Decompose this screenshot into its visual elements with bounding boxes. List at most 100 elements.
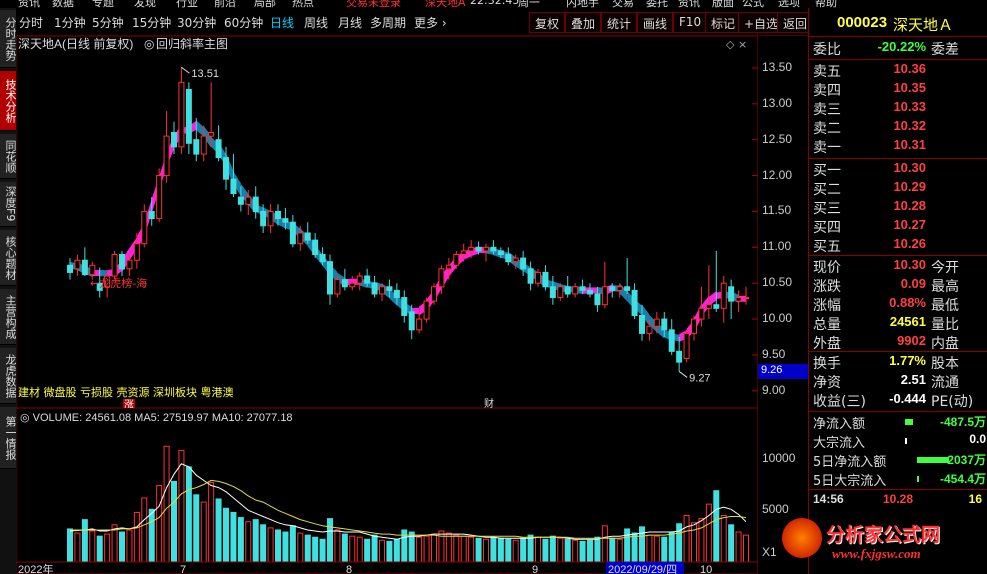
volume-bar[interactable]: [713, 490, 720, 563]
volume-bar[interactable]: [230, 511, 237, 563]
volume-bar[interactable]: [557, 537, 564, 563]
candle[interactable]: [156, 168, 163, 223]
volume-bar[interactable]: [691, 522, 697, 563]
volume-bar[interactable]: [386, 540, 393, 563]
volume-bar[interactable]: [646, 534, 653, 563]
period-1[interactable]: 1分钟: [54, 14, 86, 31]
toolbar-button-3[interactable]: 画线: [637, 12, 674, 33]
top-menu-item[interactable]: 版面: [712, 0, 734, 8]
top-menu-item[interactable]: 选项: [778, 0, 800, 8]
top-menu-item[interactable]: 交易: [612, 0, 634, 8]
top-menu-item[interactable]: 行业: [176, 0, 198, 8]
candle[interactable]: [587, 283, 593, 298]
candle[interactable]: [505, 247, 512, 266]
cai-tag[interactable]: 财: [484, 397, 494, 408]
volume-bar[interactable]: [505, 538, 512, 563]
volume-bar[interactable]: [705, 503, 712, 563]
volume-bar[interactable]: [327, 518, 333, 563]
top-menu-item[interactable]: 专题: [92, 0, 114, 8]
volume-bar[interactable]: [133, 511, 140, 563]
volume-bar[interactable]: [74, 532, 81, 563]
volume-bar[interactable]: [572, 539, 579, 563]
candle[interactable]: [349, 276, 356, 291]
kline-chart[interactable]: 深天地A(日线 前复权) ◎ 回归斜率主图 ◇ × 13.51 9.27 ←龙虎榜-海 建材 …: [16, 36, 758, 574]
chart-controls[interactable]: ◇ ×: [726, 38, 747, 51]
candle[interactable]: [713, 250, 720, 312]
period-10[interactable]: 更多 ›: [414, 14, 447, 31]
top-menu-item[interactable]: 前沿: [214, 0, 236, 8]
candle[interactable]: [705, 265, 712, 320]
period-2[interactable]: 5分钟: [92, 14, 124, 31]
volume-bar[interactable]: [104, 533, 111, 563]
candle[interactable]: [735, 290, 742, 312]
period-5[interactable]: 60分钟: [224, 14, 263, 31]
indicator-name[interactable]: 回归斜率主图: [156, 36, 228, 51]
period-4[interactable]: 30分钟: [177, 14, 216, 31]
candle[interactable]: [691, 315, 697, 341]
volume-bar[interactable]: [601, 525, 608, 563]
candle[interactable]: [267, 204, 274, 233]
candle[interactable]: [572, 283, 579, 298]
volume-bar[interactable]: [735, 531, 742, 563]
top-menu-item[interactable]: 交易未登录: [346, 0, 401, 8]
concept-tags[interactable]: 建材 微盘股 亏损股 壳资源 深圳板块 粤港澳: [18, 385, 233, 399]
volume-bar[interactable]: [549, 535, 556, 563]
candle[interactable]: [304, 222, 311, 244]
volume-bar[interactable]: [720, 515, 727, 563]
volume-bar[interactable]: [490, 536, 497, 563]
price-chart-svg[interactable]: 深天地A(日线 前复权) ◎ 回归斜率主图 ◇ × 13.51 9.27 ←龙虎榜-海建材 …: [16, 36, 758, 408]
toolbar-button-0[interactable]: 复权: [529, 12, 566, 33]
candle[interactable]: [163, 110, 170, 183]
volume-bar[interactable]: [371, 534, 378, 563]
volume-bar[interactable]: [282, 531, 289, 563]
volume-bar[interactable]: [304, 534, 311, 563]
volume-bar[interactable]: [193, 494, 200, 563]
top-menu-item[interactable]: 公式: [742, 0, 764, 8]
volume-bar[interactable]: [163, 445, 170, 563]
top-menu-item[interactable]: 数据: [52, 0, 74, 8]
top-menu-item[interactable]: 局部: [254, 0, 276, 8]
volume-bar[interactable]: [661, 536, 668, 563]
candle[interactable]: [527, 261, 534, 291]
candle[interactable]: [431, 283, 437, 305]
volume-bar[interactable]: [653, 535, 660, 563]
volume-bar[interactable]: [289, 525, 296, 563]
volume-bar[interactable]: [267, 527, 274, 563]
top-menu-item[interactable]: 深天地A: [425, 0, 466, 8]
side-tab-3[interactable]: 深度F9: [0, 182, 17, 227]
volume-bar[interactable]: [431, 533, 437, 563]
side-tab-5[interactable]: 主营构成: [0, 289, 17, 345]
volume-bar[interactable]: [453, 534, 460, 563]
volume-bar[interactable]: [356, 536, 363, 563]
candle[interactable]: [74, 254, 81, 277]
side-tab-2[interactable]: 同花顺: [0, 134, 17, 179]
candle[interactable]: [312, 232, 319, 259]
top-menu-item[interactable]: 22:32:45: [470, 0, 519, 7]
volume-bar[interactable]: [185, 466, 192, 563]
volume-bar[interactable]: [416, 536, 423, 563]
volume-bar[interactable]: [445, 532, 452, 563]
period-0[interactable]: 分时: [19, 14, 43, 31]
volume-bar[interactable]: [609, 537, 616, 563]
volume-bar[interactable]: [542, 538, 549, 563]
zhang-tag[interactable]: 涨: [124, 399, 134, 408]
volume-bar[interactable]: [178, 449, 185, 563]
volume-bar[interactable]: [312, 536, 319, 563]
candle[interactable]: [185, 82, 192, 155]
volume-bar[interactable]: [497, 537, 504, 563]
volume-bar[interactable]: [275, 529, 281, 563]
side-tab-7[interactable]: 第一情报: [0, 407, 17, 469]
period-7[interactable]: 周线: [304, 14, 328, 31]
side-tab-1[interactable]: 技术分析: [0, 71, 17, 131]
candle[interactable]: [178, 67, 185, 155]
volume-bar[interactable]: [260, 524, 267, 563]
candle[interactable]: [111, 250, 118, 280]
volume-bar[interactable]: [171, 480, 177, 563]
candle[interactable]: [141, 204, 148, 248]
top-menu-item[interactable]: 资讯: [678, 0, 700, 8]
volume-bar[interactable]: [624, 528, 631, 563]
candle[interactable]: [371, 276, 378, 298]
candle[interactable]: [327, 254, 333, 305]
volume-bar[interactable]: [67, 528, 73, 563]
volume-bar[interactable]: [475, 537, 482, 563]
